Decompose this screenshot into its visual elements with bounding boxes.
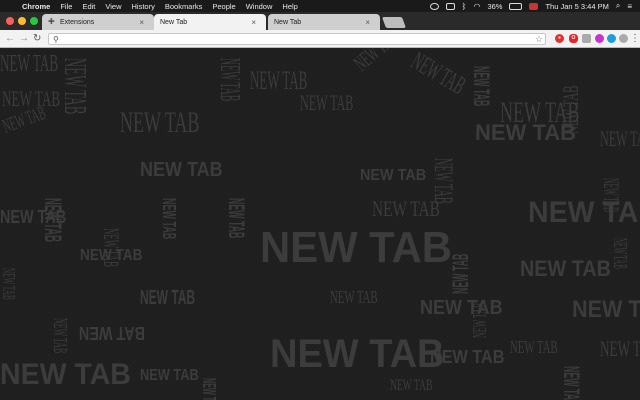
new-tab-art-text: NEW TAB [559, 366, 584, 400]
new-tab-art-text: NEW TAB [0, 268, 19, 300]
new-tab-art-text: NEW TAB [270, 332, 445, 376]
close-icon[interactable]: × [139, 18, 144, 27]
new-tab-art-text: NEW TAB [140, 159, 223, 181]
new-tab-art-text: NEW TAB [609, 238, 631, 269]
menu-help[interactable]: Help [282, 2, 297, 11]
bookmark-star-icon[interactable]: ☆ [535, 34, 543, 44]
new-tab-art-text: NEW TAB [300, 90, 354, 115]
zoom-window-button[interactable] [30, 17, 38, 25]
menu-history[interactable]: History [132, 2, 155, 11]
menu-people[interactable]: People [212, 2, 235, 11]
new-tab-art-text: NEW TAB [469, 302, 491, 338]
new-tab-art-text: NEW TAB [469, 66, 494, 107]
new-tab-button[interactable] [381, 17, 407, 28]
extension-gray-icon[interactable] [619, 34, 628, 43]
extension-pink-icon[interactable] [595, 34, 604, 43]
extension-opera-icon[interactable]: O [569, 34, 578, 43]
new-tab-art-text: NEW TAB [58, 58, 94, 115]
new-tab-art-text: NEW TAB [0, 51, 59, 77]
new-tab-art-text: NEW TAB [199, 378, 219, 400]
menu-window[interactable]: Window [246, 2, 273, 11]
new-tab-art-text: NEW TAB [448, 253, 473, 294]
new-tab-art-text: NEW TAB [348, 48, 402, 76]
battery-icon[interactable] [509, 2, 523, 10]
new-tab-art-text: NEW TAB [260, 223, 452, 272]
battery-percent: 36% [487, 1, 503, 11]
new-tab-art-text: NEW TAB [600, 336, 640, 361]
menu-file[interactable]: File [60, 2, 72, 11]
status-display-icon[interactable] [445, 2, 455, 10]
new-tab-art-text: NEW TAB [159, 198, 179, 240]
new-tab-art-text: NEW TAB [250, 66, 308, 95]
new-tab-art-text: BAT WEN [78, 323, 145, 343]
new-tab-page-background: NEW TAB NEW TAB NEW TAB NEW TAB NEW TAB NEW T… [0, 48, 640, 400]
new-tab-art-text: NEW TAB [572, 296, 640, 323]
new-tab-art-text: NEW TAB [406, 48, 471, 101]
address-input[interactable] [65, 34, 525, 44]
extension-blue-icon[interactable] [607, 34, 616, 43]
new-tab-art-text: NEW TAB [599, 178, 624, 212]
reload-button[interactable]: ↻ [33, 33, 41, 45]
menu-view[interactable]: View [105, 2, 121, 11]
browser-toolbar: ← → ↻ ⚲ ☆ ● O ⋮ [0, 30, 640, 48]
forward-button[interactable]: → [19, 33, 29, 45]
extension-grey-icon[interactable] [582, 34, 591, 43]
close-icon[interactable]: × [365, 18, 370, 27]
minimize-window-button[interactable] [18, 17, 26, 25]
new-tab-art-text: NEW TAB [520, 256, 611, 281]
new-tab-art-text: NEW TAB [330, 287, 378, 307]
new-tab-art-text: NEW TAB [39, 198, 66, 243]
macos-menu-bar: Chrome File Edit View History Bookmarks … [0, 0, 640, 12]
tab-new-tab-active[interactable]: New Tab × [154, 14, 266, 30]
tab-new-tab[interactable]: New Tab × [268, 14, 380, 30]
tab-title: New Tab [160, 18, 188, 26]
list-menu-icon[interactable]: ≡ [627, 2, 632, 11]
wifi-icon[interactable]: ◠ [473, 2, 480, 11]
new-tab-art-text: NEW TAB [390, 377, 433, 394]
new-tab-art-text: NEW TAB [214, 58, 245, 102]
new-tab-art-text: NEW TAB [360, 167, 427, 184]
new-tab-art-text: NEW TAB [430, 347, 505, 367]
clock[interactable]: Thu Jan 5 3:44 PM [545, 2, 608, 11]
close-icon[interactable]: × [251, 18, 256, 27]
chrome-menu-icon[interactable]: ⋮ [630, 33, 640, 45]
new-tab-art-text: NEW TAB [120, 106, 200, 139]
close-window-button[interactable] [6, 17, 14, 25]
new-tab-art-text: NEW TAB [600, 126, 640, 151]
tab-title: Extensions [60, 18, 95, 26]
back-button[interactable]: ← [5, 33, 15, 45]
new-tab-art-text: NEW TAB [80, 247, 143, 264]
flag-icon[interactable] [529, 2, 539, 10]
menu-bookmarks[interactable]: Bookmarks [165, 2, 203, 11]
search-spotlight-icon[interactable]: ⌕ [616, 1, 620, 11]
address-bar[interactable]: ⚲ [48, 33, 546, 45]
status-app-icon[interactable] [429, 2, 439, 10]
new-tab-art-text: NEW TAB [224, 198, 249, 239]
new-tab-art-text: NEW TAB [372, 196, 440, 221]
menu-edit[interactable]: Edit [82, 2, 95, 11]
new-tab-art-text: NEW TAB [558, 85, 583, 134]
search-icon: ⚲ [53, 35, 59, 44]
new-tab-art-text: NEW TAB [510, 337, 558, 357]
menu-bar-status-area: ᛒ ◠ 36% Thu Jan 5 3:44 PM ⌕ ≡ [429, 1, 640, 11]
tab-extensions[interactable]: ✚ Extensions × [42, 14, 154, 30]
bluetooth-icon[interactable]: ᛒ [462, 2, 467, 11]
new-tab-art-text: NEW TAB [140, 367, 199, 384]
new-tab-art-text: NEW TAB [49, 318, 71, 354]
tab-title: New Tab [274, 18, 302, 26]
extension-adblock-icon[interactable]: ● [555, 34, 564, 43]
new-tab-art-text: NEW TAB [140, 287, 196, 309]
new-tab-art-text: NEW TAB [0, 358, 131, 391]
tab-strip: ✚ Extensions × New Tab × New Tab × [0, 12, 640, 30]
puzzle-icon: ✚ [48, 17, 55, 26]
app-menu-chrome[interactable]: Chrome [22, 2, 50, 11]
